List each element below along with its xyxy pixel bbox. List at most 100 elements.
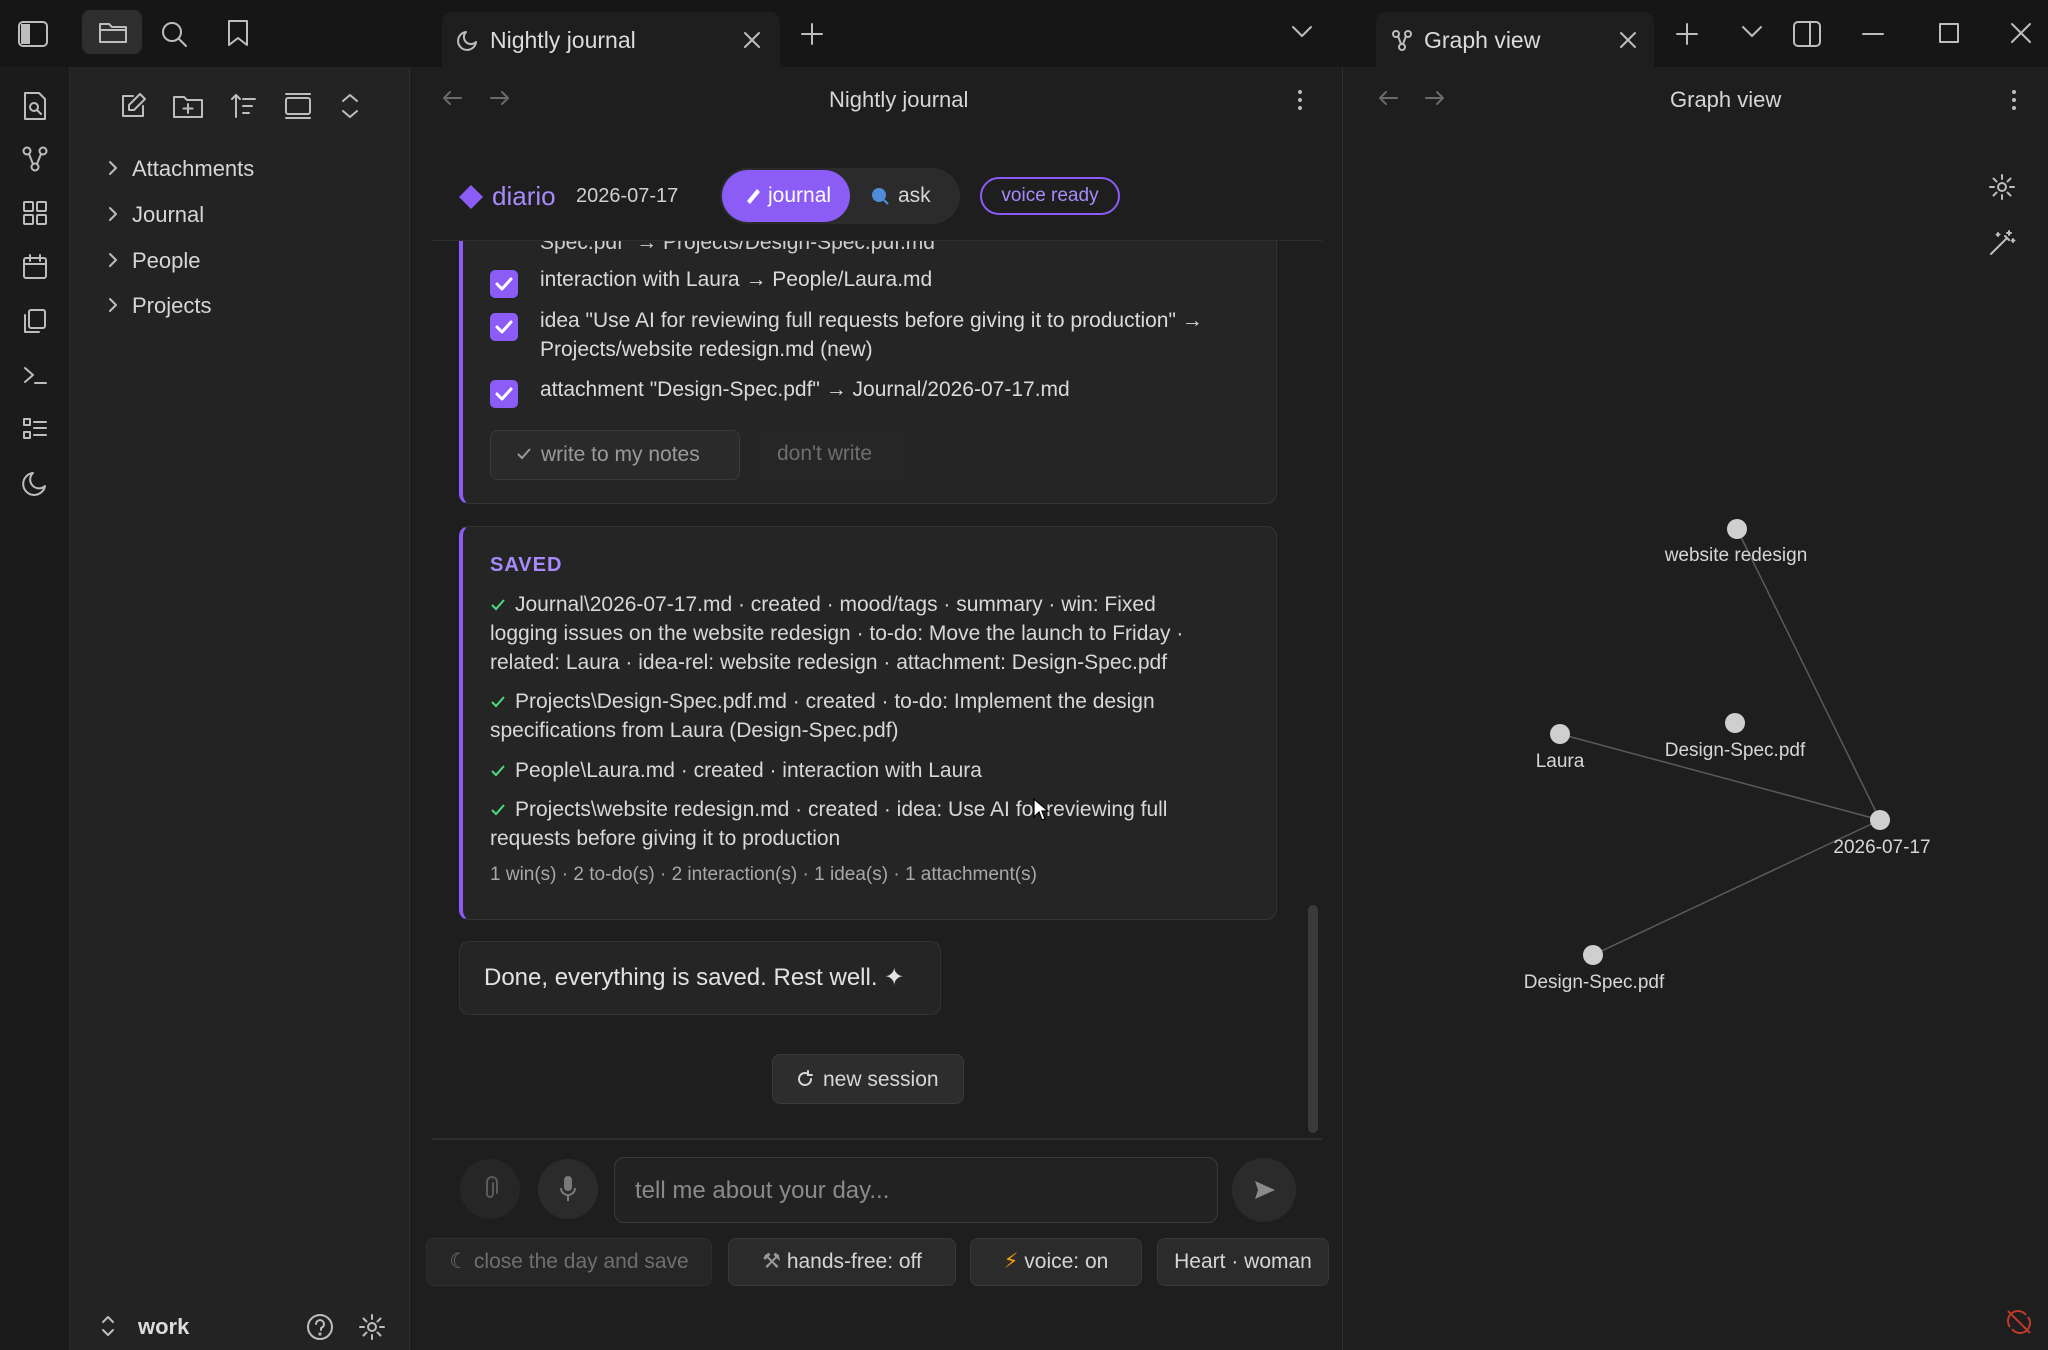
settings-gear-icon[interactable] [358,1313,386,1341]
new-folder-icon[interactable] [172,91,204,121]
mouse-cursor-icon [1032,797,1050,823]
new-note-icon[interactable] [118,91,148,121]
expand-collapse-icon[interactable] [338,91,362,121]
calendar-icon[interactable] [21,253,49,281]
ribbon [0,67,70,1350]
search-icon[interactable] [160,20,188,48]
proposal-item: attachment "Design-Spec.pdf" → Journal/2… [540,378,1070,401]
saved-check-icon [490,802,506,818]
canvas-icon[interactable] [21,199,49,227]
chat-scroll-area[interactable]: Spec.pdf" → Projects/Design-Spec.pdf.md … [411,241,1343,1136]
proposal-item-cut: Spec.pdf" → Projects/Design-Spec.pdf.md [540,241,935,254]
folder-label: Journal [132,202,205,227]
input-divider [432,1138,1322,1140]
tab-graph-view[interactable]: Graph view [1376,12,1654,67]
graph-node-label: Design-Spec.pdf [1523,972,1665,993]
send-button[interactable] [1232,1158,1296,1222]
voice-ready-label: voice ready [1001,185,1099,206]
graph-node-label: 2026-07-17 [1833,837,1931,858]
graph-view-icon[interactable] [21,145,49,173]
saved-check-icon [490,597,506,613]
help-icon[interactable] [306,1313,334,1341]
check-icon [495,387,513,401]
tab-title: Nightly journal [490,27,636,53]
graph-node[interactable] [1725,713,1745,733]
pencil-icon [744,184,762,204]
mode-journal-button[interactable]: journal [722,170,850,222]
collapse-icon[interactable] [282,91,314,121]
saved-line: related: Laura · idea-rel: website redes… [490,651,1168,674]
terminal-icon[interactable] [21,361,49,389]
voice-toggle[interactable]: ⚡ voice: on [970,1238,1142,1286]
mode-ask-button[interactable]: ask [854,170,956,222]
journal-input[interactable]: tell me about your day... [614,1157,1218,1223]
close-tab-icon[interactable] [742,30,762,50]
open-quick-switcher-icon[interactable] [21,91,49,121]
voice-name-select[interactable]: Heart · woman [1157,1238,1329,1286]
tab-list-chevron-icon[interactable] [1290,24,1314,40]
new-tab-icon[interactable] [800,22,824,46]
toggle-sidebar-icon[interactable] [17,20,49,48]
chevron-right-icon [106,249,120,271]
close-day-label: close the day and save [473,1250,689,1273]
sort-icon[interactable] [228,91,258,121]
moon-icon[interactable] [21,469,49,497]
copy-icon[interactable] [21,307,49,335]
maximize-icon[interactable] [1938,22,1960,44]
assistant-message-text: Done, everything is saved. Rest well. ✦ [484,964,905,991]
saved-line: People\Laura.md · created · interaction … [515,759,982,782]
graph-node[interactable] [1870,810,1890,830]
refresh-icon [795,1069,815,1089]
toggle-right-sidebar-icon[interactable] [1792,20,1822,48]
folder-icon [98,20,128,44]
graph-node[interactable] [1550,724,1570,744]
tab-nightly-journal[interactable]: Nightly journal [442,12,780,67]
more-options-icon[interactable] [1296,88,1304,112]
new-session-button[interactable]: new session [772,1054,964,1104]
vault-name[interactable]: work [138,1314,189,1340]
hands-free-toggle[interactable]: ⚒ hands-free: off [728,1238,956,1286]
microphone-button[interactable] [538,1159,598,1219]
proposal-checkbox[interactable] [490,313,518,341]
graph-node[interactable] [1727,519,1747,539]
mode-ask-label: ask [898,184,931,207]
folder-label: Attachments [132,156,255,181]
moon-icon: ☾ [449,1250,474,1273]
back-arrow-icon[interactable] [441,89,463,107]
proposal-checkbox[interactable] [490,270,518,298]
close-day-button[interactable]: ☾ close the day and save [426,1238,712,1286]
close-window-icon[interactable] [2010,22,2032,44]
write-to-notes-button[interactable]: write to my notes [490,430,740,480]
saved-check-icon [490,694,506,710]
graph-node[interactable] [1583,945,1603,965]
saved-check-icon [490,763,506,779]
attach-button[interactable] [460,1159,520,1219]
folder-label: People [132,248,201,273]
dont-write-button[interactable]: don't write [755,430,909,480]
saved-heading: SAVED [490,554,563,576]
new-tab-icon[interactable] [1675,22,1699,46]
title-bar: Nightly journal Graph view [0,0,2048,67]
list-icon[interactable] [21,415,49,443]
minimize-icon[interactable] [1862,32,1884,36]
file-explorer-button[interactable] [82,10,142,54]
graph-icon [1390,28,1414,52]
tab-list-chevron-icon[interactable] [1740,24,1764,40]
ask-orb-icon [870,186,890,206]
voice-label: voice: on [1024,1250,1109,1273]
chat-scrollbar[interactable] [1308,905,1318,1133]
folder-label: Projects [132,293,212,318]
check-icon [515,445,533,463]
dont-write-label: don't write [777,442,873,465]
vault-switcher-icon[interactable] [100,1313,116,1339]
saved-line: logging issues on the website redesign ·… [490,622,1184,645]
proposal-checkbox[interactable] [490,380,518,408]
graph-edge [1736,528,1881,821]
graph-pane: Graph view website redesign Laura Design… [1344,67,2048,1350]
sync-status-icon[interactable] [2004,1307,2034,1337]
close-tab-icon[interactable] [1618,30,1638,50]
bookmark-icon[interactable] [226,18,250,48]
forward-arrow-icon[interactable] [489,89,511,107]
graph-edges [1559,528,1881,956]
chevron-right-icon [106,294,120,316]
